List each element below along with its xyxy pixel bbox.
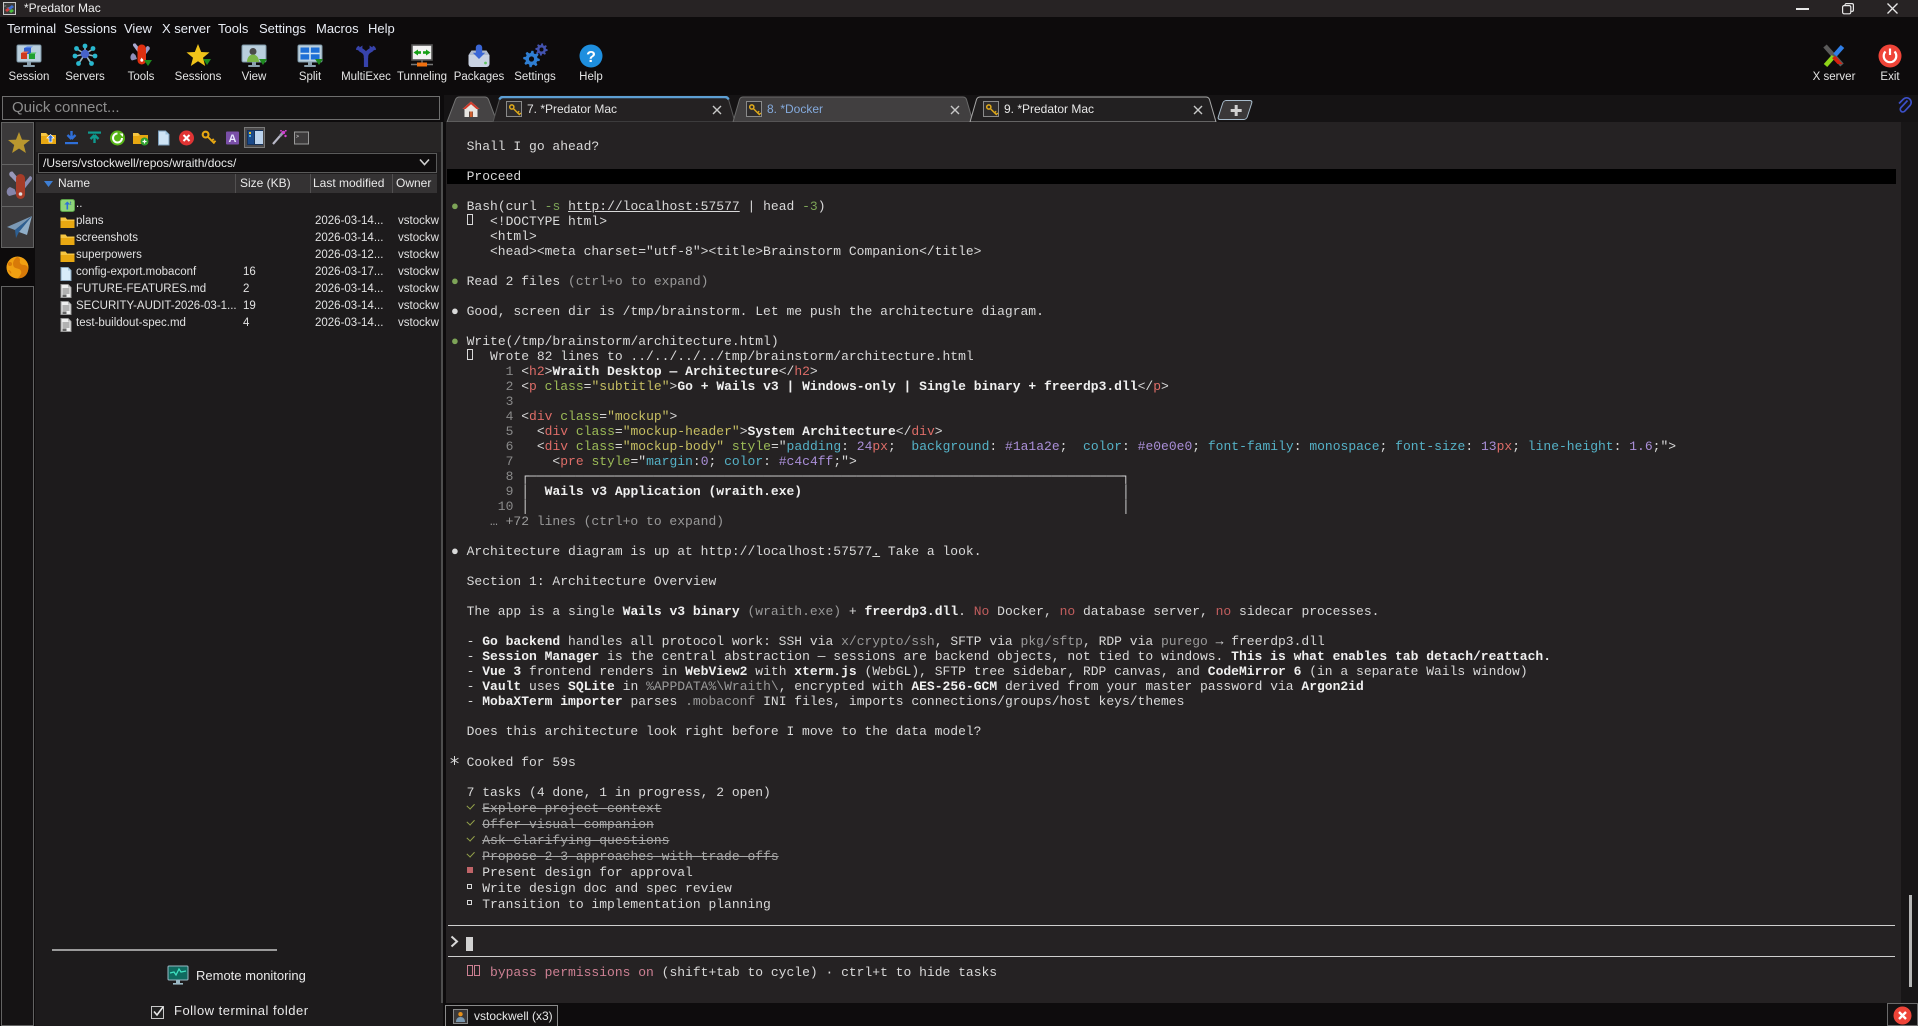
svg-text:?: ? — [586, 49, 596, 66]
svg-text:>: > — [296, 134, 299, 140]
svg-text:A: A — [229, 133, 237, 145]
